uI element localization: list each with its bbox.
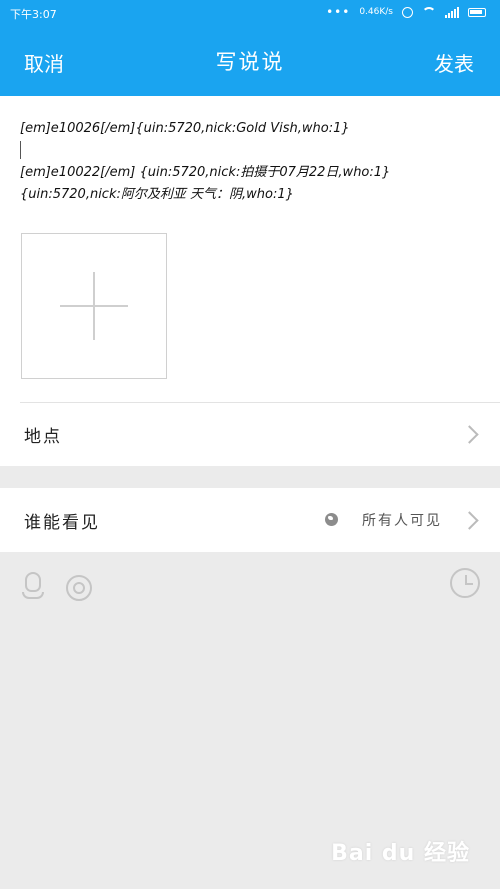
compose-area: [em]e10026[/em]{uin:5720,nick:Gold Vish,… <box>0 96 500 466</box>
globe-icon <box>325 513 338 526</box>
post-line: [em]e10022[/em] {uin:5720,nick:拍摄于07月22日… <box>20 165 391 180</box>
plus-icon-vertical <box>93 272 95 340</box>
visibility-row[interactable]: 谁能看见 所有人可见 <box>0 488 500 552</box>
visibility-label: 谁能看见 <box>24 513 100 533</box>
post-line <box>20 140 480 162</box>
wifi-icon <box>422 7 436 17</box>
clock-icon[interactable] <box>450 568 480 598</box>
add-photo-button[interactable] <box>21 233 167 379</box>
chevron-right-icon <box>460 511 479 530</box>
qq-penguin-icon[interactable] <box>22 572 46 602</box>
page-title: 写说说 <box>215 50 285 74</box>
post-text-input[interactable]: [em]e10026[/em]{uin:5720,nick:Gold Vish,… <box>20 118 480 206</box>
status-icons: ••• 0.46K/s <box>326 5 486 19</box>
post-line: [em]e10026[/em]{uin:5720,nick:Gold Vish,… <box>20 121 350 136</box>
aperture-icon[interactable] <box>66 575 92 601</box>
chevron-right-icon <box>460 425 479 444</box>
alarm-icon <box>402 6 413 18</box>
watermark: Bai du 经验 <box>331 841 470 866</box>
post-line: {uin:5720,nick:阿尔及利亚 天气：阴,who:1} <box>20 187 294 202</box>
text-caret <box>20 141 21 159</box>
nav-bar: 取消 写说说 发表 <box>0 26 500 96</box>
location-row[interactable]: 地点 <box>0 402 500 466</box>
signal-icon <box>445 6 459 18</box>
battery-icon <box>468 7 486 17</box>
visibility-value: 所有人可见 <box>362 513 442 529</box>
net-speed: 0.46K/s <box>359 7 393 17</box>
more-dots-icon: ••• <box>326 5 351 19</box>
send-button[interactable]: 发表 <box>434 48 474 77</box>
location-label: 地点 <box>24 427 62 447</box>
status-time: 下午3:07 <box>10 8 57 21</box>
status-bar: 下午3:07 ••• 0.46K/s <box>0 0 500 26</box>
